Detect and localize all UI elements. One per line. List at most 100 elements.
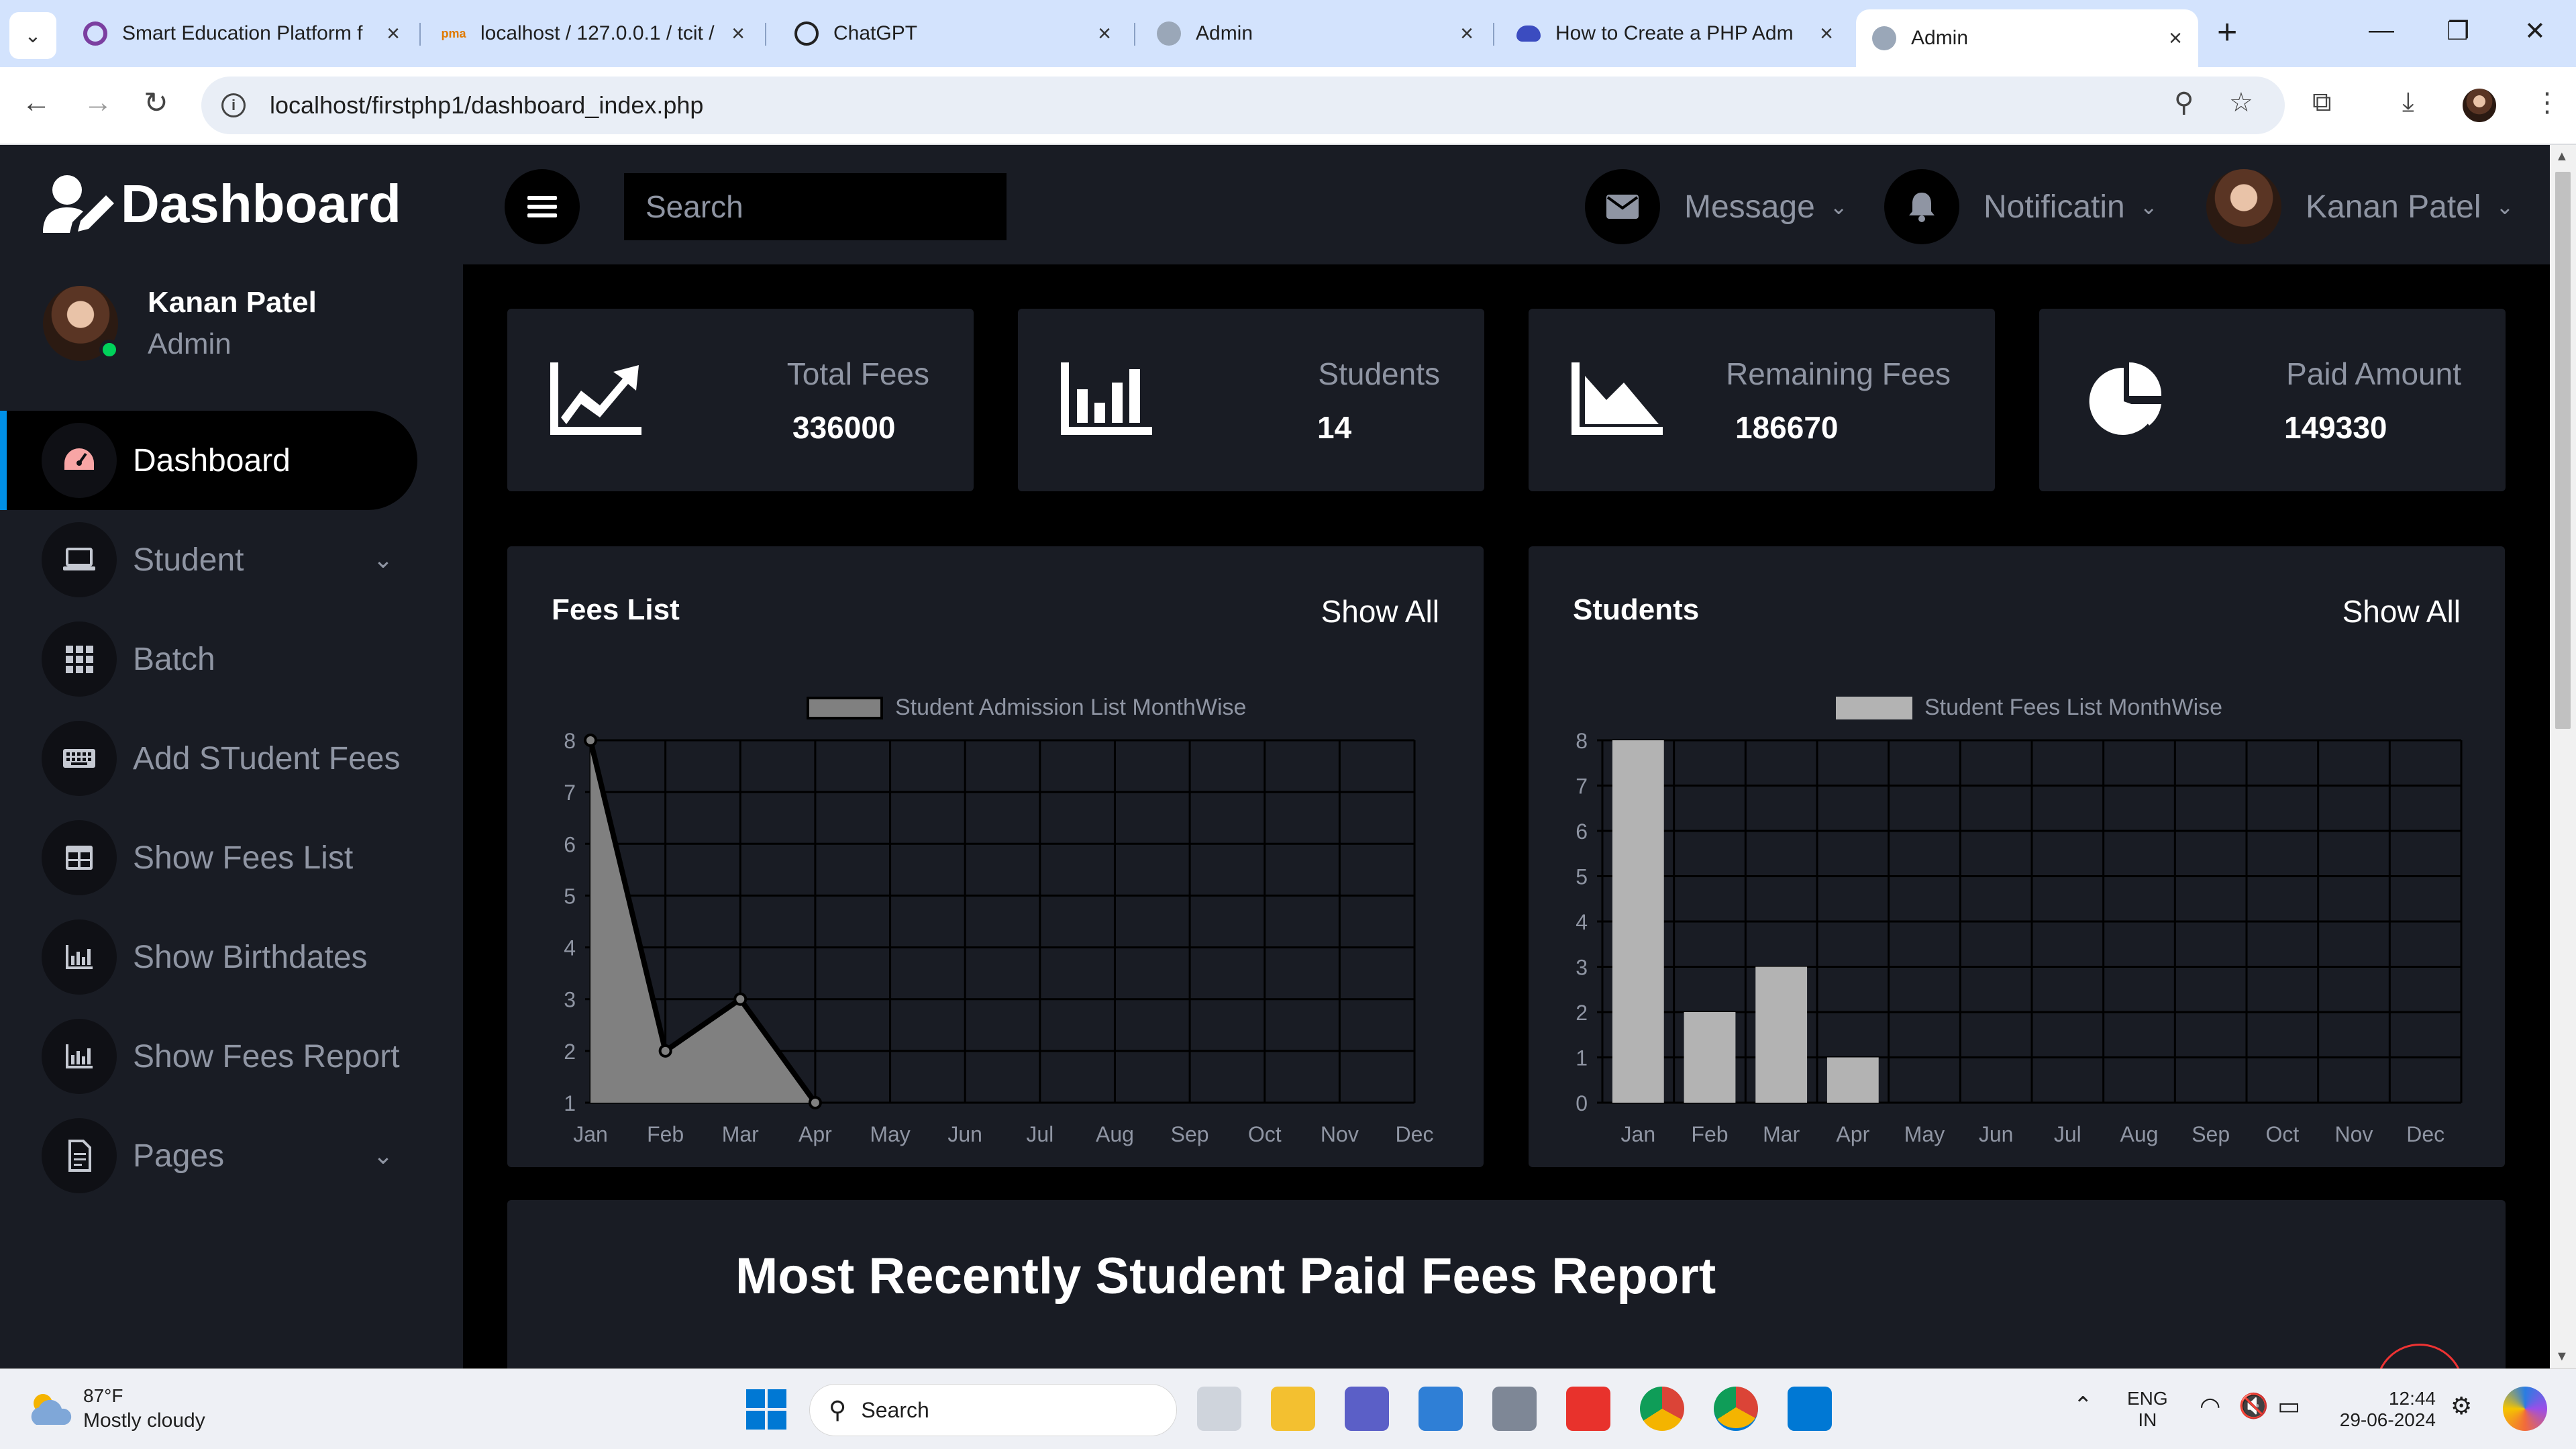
- browser-tab-1[interactable]: Smart Education Platform f ×: [67, 9, 416, 58]
- menu-toggle-button[interactable]: [505, 169, 580, 244]
- volume-muted-icon[interactable]: 🔇: [2238, 1392, 2269, 1420]
- chart-area-fill: [590, 740, 815, 1103]
- sidebar-item-batch[interactable]: Batch: [0, 609, 417, 709]
- scroll-down-arrow-icon[interactable]: ▼: [2555, 1349, 2569, 1364]
- browser-tab-6-active[interactable]: Admin ×: [1856, 9, 2198, 67]
- close-icon[interactable]: ×: [1098, 21, 1111, 47]
- user-edit-icon: [43, 174, 117, 234]
- task-view-icon[interactable]: [1197, 1387, 1241, 1431]
- copilot-icon[interactable]: [2503, 1387, 2547, 1431]
- search-input[interactable]: [624, 173, 1007, 240]
- x-tick-label: Apr: [1836, 1122, 1869, 1146]
- url-field[interactable]: i localhost/firstphp1/dashboard_index.ph…: [201, 77, 2285, 134]
- download-icon[interactable]: ⤓: [2402, 87, 2414, 117]
- taskbar-search-box[interactable]: ⚲ Search: [809, 1384, 1177, 1436]
- zoom-icon[interactable]: ⚲: [2174, 87, 2194, 118]
- windows-start-icon[interactable]: [746, 1389, 786, 1430]
- x-tick-label: Sep: [1171, 1122, 1209, 1146]
- chevron-down-icon[interactable]: ⌄: [373, 546, 393, 574]
- browser-tab-5[interactable]: How to Create a PHP Adm ×: [1500, 9, 1849, 58]
- brand[interactable]: Dashboard: [43, 173, 401, 235]
- sidebar-item-add-student-fees[interactable]: Add STudent Fees: [0, 709, 417, 808]
- search-icon: ⚲: [829, 1396, 847, 1423]
- x-tick-label: Nov: [1321, 1122, 1359, 1146]
- fees-area-chart: Student Admission List MonthWise 1 2 3 4 5 6 7 8…: [564, 695, 1433, 1146]
- chevron-up-icon[interactable]: ⌃: [2073, 1392, 2093, 1419]
- close-icon[interactable]: ×: [1820, 21, 1833, 47]
- chart-bar: [1826, 1057, 1879, 1103]
- cloud-icon: [1516, 26, 1541, 42]
- window-close-icon[interactable]: ✕: [2524, 16, 2546, 46]
- chevron-down-icon: ⌄: [2139, 195, 2158, 219]
- teams-icon[interactable]: [1345, 1387, 1389, 1431]
- new-tab-button[interactable]: +: [2217, 12, 2237, 52]
- browser-address-bar: ← → ↻ i localhost/firstphp1/dashboard_in…: [0, 67, 2576, 145]
- close-icon[interactable]: ×: [387, 21, 400, 47]
- language-indicator[interactable]: ENG IN: [2127, 1388, 2168, 1431]
- cloud-sun-icon: [31, 1394, 72, 1425]
- globe-icon: [1872, 26, 1896, 50]
- sidebar-profile[interactable]: Kanan Patel Admin: [43, 286, 317, 361]
- x-tick-label: Jul: [1026, 1122, 1053, 1146]
- message-dropdown[interactable]: Message ⌄: [1585, 169, 1848, 244]
- sidebar-item-show-fees-report[interactable]: Show Fees Report: [0, 1007, 417, 1106]
- browser-tab-4[interactable]: Admin ×: [1141, 9, 1490, 58]
- app-viewport: Dashboard Kanan Patel Admin Dashboard St…: [0, 145, 2550, 1368]
- sidebar-item-dashboard[interactable]: Dashboard: [0, 411, 417, 510]
- restore-icon[interactable]: ❐: [2446, 16, 2469, 46]
- browser-tab-3[interactable]: ChatGPT ×: [778, 9, 1127, 58]
- browser-profile-avatar[interactable]: [2463, 89, 2496, 122]
- bar-chart-icon: [42, 1019, 117, 1094]
- wifi-icon[interactable]: ◠: [2200, 1392, 2220, 1420]
- clock[interactable]: 12:44 29-06-2024: [2328, 1388, 2436, 1431]
- scroll-up-arrow-icon[interactable]: ▲: [2555, 149, 2569, 164]
- chevron-down-icon: ⌄: [2495, 195, 2514, 219]
- app-icon[interactable]: [1492, 1387, 1537, 1431]
- x-tick-label: Aug: [1096, 1122, 1134, 1146]
- forward-icon[interactable]: →: [83, 86, 113, 119]
- sidebar-item-show-birthdates[interactable]: Show Birthdates: [0, 907, 417, 1007]
- legend-label: Student Fees List MonthWise: [1924, 695, 2222, 720]
- file-explorer-icon[interactable]: [1271, 1387, 1315, 1431]
- bookmark-star-icon[interactable]: ☆: [2229, 87, 2253, 118]
- close-icon[interactable]: ×: [1460, 21, 1474, 47]
- page-scrollbar[interactable]: ▲ ▼: [2550, 145, 2576, 1368]
- back-icon[interactable]: ←: [21, 86, 51, 119]
- chrome-profile-icon[interactable]: [1714, 1387, 1758, 1431]
- user-dropdown[interactable]: Kanan Patel ⌄: [2206, 169, 2514, 244]
- x-tick-label: Apr: [798, 1122, 832, 1146]
- close-icon[interactable]: ×: [2169, 26, 2182, 52]
- phpmyadmin-icon: pma: [441, 26, 466, 40]
- microsoft-store-icon[interactable]: [1419, 1387, 1463, 1431]
- chrome-icon[interactable]: [1640, 1387, 1684, 1431]
- chevron-down-icon[interactable]: ⌄: [373, 1142, 393, 1170]
- speedometer-icon: [42, 423, 117, 498]
- x-tick-label: Oct: [1248, 1122, 1282, 1146]
- weather-widget[interactable]: 87°F Mostly cloudy: [27, 1385, 205, 1432]
- battery-icon[interactable]: ▭: [2277, 1392, 2300, 1420]
- sidebar-item-show-fees-list[interactable]: Show Fees List: [0, 808, 417, 907]
- reload-icon[interactable]: ↻: [144, 86, 168, 120]
- notification-center-icon[interactable]: ⚙: [2451, 1392, 2472, 1420]
- notification-dropdown[interactable]: Notificatin ⌄: [1884, 169, 2158, 244]
- y-tick-label: 1: [1576, 1046, 1588, 1070]
- sidebar-item-pages[interactable]: Pages ⌄: [0, 1106, 417, 1205]
- browser-menu-icon[interactable]: ⋮: [2534, 87, 2561, 118]
- y-tick-label: 8: [564, 729, 576, 753]
- anydesk-icon[interactable]: [1566, 1387, 1610, 1431]
- sidebar-item-student[interactable]: Student ⌄: [0, 510, 417, 609]
- y-tick-label: 7: [1576, 775, 1588, 799]
- x-tick-label: Mar: [722, 1122, 759, 1146]
- vscode-icon[interactable]: [1788, 1387, 1832, 1431]
- extensions-icon[interactable]: ⧉: [2312, 87, 2332, 117]
- minimize-icon[interactable]: —: [2369, 16, 2394, 45]
- close-icon[interactable]: ×: [731, 21, 745, 47]
- site-info-icon[interactable]: i: [221, 93, 246, 117]
- x-tick-label: Jun: [1979, 1122, 2014, 1146]
- y-tick-label: 6: [1576, 819, 1588, 844]
- legend-label: Student Admission List MonthWise: [895, 695, 1246, 720]
- tab-search-button[interactable]: ⌄: [9, 12, 56, 59]
- scrollbar-thumb[interactable]: [2555, 172, 2571, 729]
- sidebar: Dashboard Kanan Patel Admin Dashboard St…: [0, 145, 463, 1368]
- browser-tab-2[interactable]: pma localhost / 127.0.0.1 / tcit / ×: [425, 9, 761, 58]
